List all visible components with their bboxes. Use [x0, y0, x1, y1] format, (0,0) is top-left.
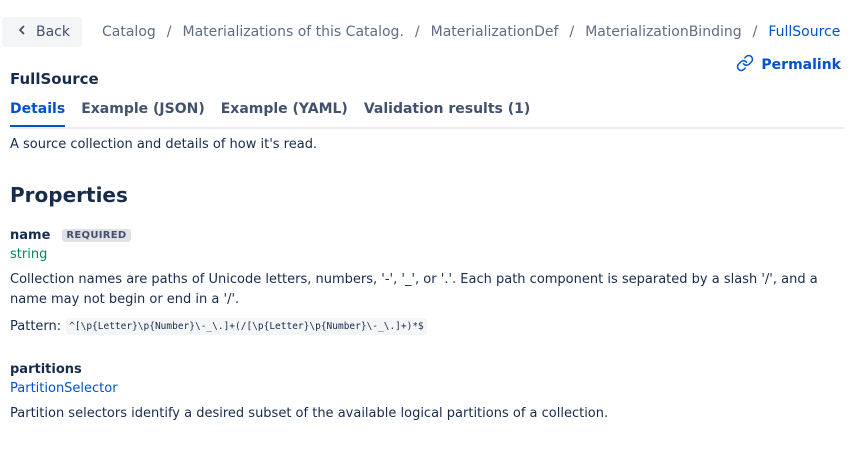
property-description: Collection names are paths of Unicode le…: [10, 272, 818, 307]
breadcrumb-separator: /: [752, 24, 758, 40]
schema-description: A source collection and details of how i…: [10, 137, 318, 152]
breadcrumb-materializations[interactable]: Materializations of this Catalog.: [182, 24, 403, 40]
property-description: Partition selectors identify a desired s…: [10, 406, 609, 421]
chevron-left-icon: [16, 24, 28, 40]
permalink-link[interactable]: Permalink: [736, 54, 841, 76]
tab-example-yaml[interactable]: Example (YAML): [221, 101, 348, 125]
property-name-label: name: [10, 228, 51, 243]
tab-bar: Details Example (JSON) Example (YAML) Va…: [10, 101, 844, 129]
property-type: string: [10, 247, 48, 262]
back-button-label: Back: [36, 24, 70, 40]
link-icon: [736, 54, 754, 76]
properties-heading: Properties: [10, 183, 128, 207]
property-name-row: partitions: [10, 362, 830, 377]
breadcrumb-full-source[interactable]: FullSource: [768, 24, 840, 40]
tab-example-json[interactable]: Example (JSON): [81, 101, 205, 125]
tab-details[interactable]: Details: [10, 101, 66, 127]
breadcrumb-separator: /: [569, 24, 575, 40]
breadcrumb: Catalog / Materializations of this Catal…: [102, 24, 840, 40]
property-name-label: partitions: [10, 362, 82, 377]
property-name: name REQUIRED string Collection names ar…: [10, 228, 830, 335]
pattern-row: Pattern: ^[\p{Letter}\p{Number}\-_\.]+(/…: [10, 318, 830, 335]
breadcrumb-materialization-def[interactable]: MaterializationDef: [431, 24, 559, 40]
breadcrumb-catalog[interactable]: Catalog: [102, 24, 156, 40]
breadcrumb-materialization-binding[interactable]: MaterializationBinding: [585, 24, 741, 40]
permalink-label: Permalink: [761, 57, 841, 73]
pattern-code: ^[\p{Letter}\p{Number}\-_\.]+(/[\p{Lette…: [66, 318, 427, 335]
property-name-row: name REQUIRED: [10, 228, 830, 243]
tab-validation-results[interactable]: Validation results (1): [364, 101, 530, 125]
property-partitions: partitions PartitionSelector Partition s…: [10, 362, 830, 424]
top-bar: Back Catalog / Materializations of this …: [2, 17, 842, 47]
required-badge: REQUIRED: [62, 229, 131, 242]
back-button[interactable]: Back: [2, 17, 82, 47]
breadcrumb-separator: /: [166, 24, 172, 40]
property-type-link[interactable]: PartitionSelector: [10, 381, 830, 396]
pattern-label: Pattern:: [10, 319, 62, 334]
page-title: FullSource: [10, 70, 99, 88]
breadcrumb-separator: /: [414, 24, 420, 40]
